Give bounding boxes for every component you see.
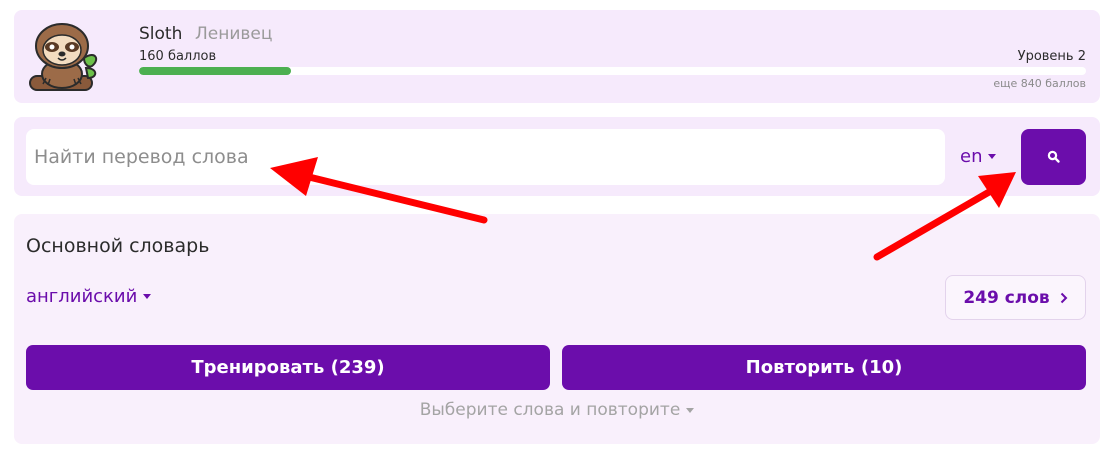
user-name: Sloth [139,24,183,44]
profile-card: Sloth Ленивец 160 баллов Уровень 2 еще 8… [14,10,1100,103]
points-remaining: еще 840 баллов [993,77,1086,90]
search-language-label: en [960,146,983,167]
words-count-button[interactable]: 249 слов [945,275,1086,320]
level-progress-fill [139,67,291,75]
search-input[interactable] [26,129,945,185]
search-card: en [14,117,1100,196]
caret-down-icon [686,407,695,413]
dictionary-card: Основной словарь английский 249 слов Тре… [14,214,1100,444]
select-words-label: Выберите слова и повторите [419,400,681,420]
dictionary-language-label: английский [26,286,138,307]
caret-down-icon [143,294,152,299]
select-words-dropdown[interactable]: Выберите слова и повторите [14,400,1100,420]
search-language-select[interactable]: en [960,146,997,167]
chevron-right-icon [1060,292,1068,303]
points-label: 160 баллов [139,49,217,64]
words-count-label: 249 слов [963,287,1050,308]
train-button[interactable]: Тренировать (239) [26,345,550,390]
level-progress-bar [139,67,1086,75]
user-name-translation: Ленивец [195,24,273,44]
level-label: Уровень 2 [1017,49,1086,64]
search-button[interactable] [1021,129,1086,185]
dictionary-language-select[interactable]: английский [26,286,152,307]
caret-down-icon [988,154,997,159]
sloth-avatar[interactable] [26,18,104,96]
dictionary-title: Основной словарь [26,235,210,257]
repeat-button[interactable]: Повторить (10) [562,345,1086,390]
search-icon [1047,150,1060,163]
